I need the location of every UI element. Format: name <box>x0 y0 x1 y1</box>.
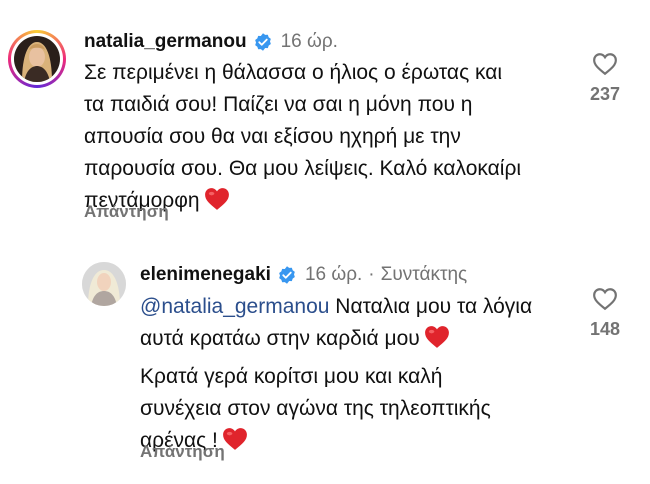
avatar-story-ring[interactable] <box>8 30 66 88</box>
like-column: 148 <box>575 287 635 340</box>
comment-line: @natalia_germanou Ναταλια μου τα λόγια <box>140 291 580 323</box>
avatar-photo-icon <box>82 262 126 306</box>
reply-button[interactable]: Απάντηση <box>84 202 169 222</box>
comment-line: τα παιδιά σου! Παίζει να σαι η μόνη που … <box>84 93 473 116</box>
like-count: 237 <box>589 84 621 104</box>
username[interactable]: elenimenegaki <box>140 264 271 286</box>
reply-button[interactable]: Απάντηση <box>140 442 225 462</box>
comment-line: συνέχεια στον αγώνα της τηλεοπτικής <box>140 397 491 420</box>
verified-badge-icon <box>254 33 271 51</box>
comment-text: @natalia_germanou Ναταλια μου τα λόγια α… <box>140 291 580 457</box>
comment-header: elenimenegaki 16 ώρ. · Συντάκτης <box>140 264 467 286</box>
avatar <box>11 33 63 85</box>
like-count: 148 <box>589 319 621 339</box>
red-heart-emoji-icon <box>222 428 247 450</box>
heart-like-icon[interactable] <box>592 287 618 311</box>
like-column: 237 <box>575 52 635 105</box>
comment-header: natalia_germanou 16 ώρ. <box>84 31 338 53</box>
comment-time: 16 ώρ. <box>304 264 363 285</box>
comment-line: Σε περιμένει η θάλασσα ο ήλιος ο έρωτας … <box>84 61 503 84</box>
heart-like-icon[interactable] <box>592 52 618 76</box>
verified-badge-icon <box>279 266 295 284</box>
red-heart-emoji-icon <box>424 326 449 348</box>
comment-line-text: Ναταλια μου τα λόγια <box>329 295 533 318</box>
avatar-photo-icon <box>14 36 60 82</box>
comment-line: Κρατά γερά κορίτσι μου και καλή <box>140 365 443 388</box>
username[interactable]: natalia_germanou <box>84 31 247 53</box>
author-label: Συντάκτης <box>380 264 468 285</box>
comment-line: αυτά κρατάω στην καρδιά μου <box>140 323 580 355</box>
comment-line: απουσία σου θα ναι εξίσου ηχηρή με την <box>84 125 461 148</box>
comment-line: παρουσία σου. Θα μου λείψεις. Καλό καλοκ… <box>84 157 522 180</box>
separator-dot: · <box>368 264 375 285</box>
avatar[interactable] <box>82 262 126 306</box>
comment-time: 16 ώρ. <box>280 31 338 52</box>
mention-link[interactable]: @natalia_germanou <box>140 295 329 318</box>
comment-text: Σε περιμένει η θάλασσα ο ήλιος ο έρωτας … <box>84 57 604 217</box>
comment-line-text: αυτά κρατάω στην καρδιά μου <box>140 327 420 350</box>
red-heart-emoji-icon <box>204 188 229 210</box>
